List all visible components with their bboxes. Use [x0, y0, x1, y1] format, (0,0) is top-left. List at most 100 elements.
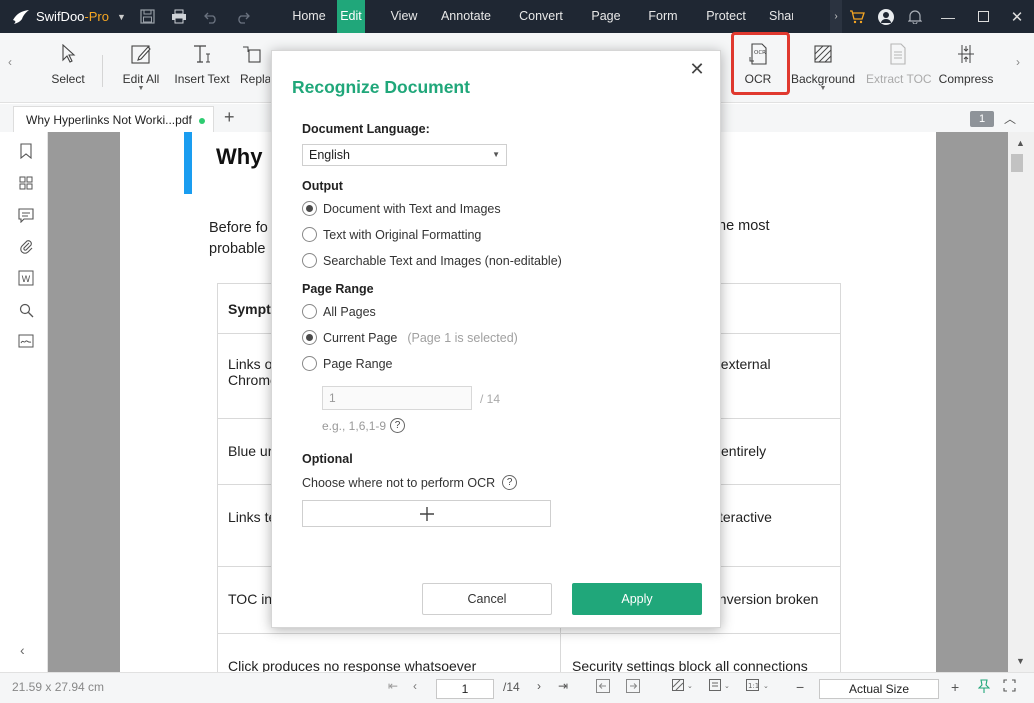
page-range-input[interactable]: 1	[322, 386, 472, 410]
word-icon[interactable]: W	[17, 269, 35, 287]
close-icon[interactable]: ✕	[688, 60, 706, 78]
page-heading: Why	[216, 144, 263, 169]
document-tab[interactable]: Why Hyperlinks Not Worki...pdf	[13, 106, 214, 133]
insert-text-button[interactable]: Insert Text	[172, 41, 232, 86]
background-toggle-icon[interactable]: ⌄	[672, 679, 696, 691]
thumbnails-icon[interactable]	[17, 174, 35, 192]
replace-button[interactable]: Replace	[240, 41, 270, 86]
maximize-icon[interactable]	[966, 11, 1000, 22]
page-range-total: / 14	[480, 392, 501, 406]
help-icon[interactable]: ?	[390, 418, 406, 433]
ribbon-scroll-left-icon[interactable]: ‹	[8, 55, 12, 69]
print-icon[interactable]	[168, 6, 190, 28]
output-option-searchable[interactable]: Searchable Text and Images (non-editable…	[302, 253, 562, 268]
undo-icon[interactable]	[200, 6, 222, 28]
table-row: Click produces no response whatsoever Se…	[217, 633, 841, 672]
radio-unselected[interactable]	[302, 227, 317, 242]
menu-page[interactable]: Page	[581, 0, 631, 33]
menu-view[interactable]: View	[377, 0, 431, 33]
page-range-all-pages[interactable]: All Pages	[302, 304, 376, 319]
menu-annotate[interactable]: Annotate	[431, 0, 501, 33]
menu-edit[interactable]: Edit	[337, 0, 365, 33]
cart-icon[interactable]	[842, 9, 872, 24]
radio-unselected[interactable]	[302, 253, 317, 268]
title-bar: SwifDoo-Pro ▼ Home Edit View Annotate Co…	[0, 0, 1034, 33]
output-option-original-formatting[interactable]: Text with Original Formatting	[302, 227, 481, 242]
previous-page-icon[interactable]: ‹	[413, 679, 417, 693]
help-icon[interactable]: ?	[502, 475, 518, 490]
main-menu: Home Edit View Annotate Convert Page For…	[280, 0, 793, 33]
menu-scroll-right-icon[interactable]: ›	[830, 0, 842, 33]
select-tool-label: Select	[51, 72, 85, 86]
svg-text:⌄: ⌄	[687, 682, 693, 690]
page-range-label: Page Range	[302, 282, 374, 296]
pin-icon[interactable]	[978, 679, 990, 693]
cursor-icon	[50, 41, 86, 67]
radio-unselected[interactable]	[302, 356, 317, 371]
menu-protect[interactable]: Protect	[695, 0, 757, 33]
search-icon[interactable]	[17, 301, 35, 319]
page-range-example: e.g., 1,6,1-9 ?	[322, 418, 406, 433]
save-icon[interactable]	[136, 6, 158, 28]
select-tool-button[interactable]: Select	[50, 41, 86, 86]
compress-label: Compress	[938, 72, 994, 86]
menu-form[interactable]: Form	[631, 0, 695, 33]
background-button[interactable]: Background ▼	[790, 41, 856, 92]
language-select[interactable]: English ▼	[302, 144, 507, 166]
zoom-in-icon[interactable]: +	[951, 679, 959, 695]
page-number-field[interactable]: 1	[436, 679, 494, 699]
app-menu-caret-icon[interactable]: ▼	[117, 12, 126, 22]
go-forward-icon[interactable]	[626, 679, 640, 693]
background-icon	[790, 41, 856, 67]
menu-share[interactable]: Share	[757, 0, 793, 33]
scroll-down-icon[interactable]: ▼	[1016, 656, 1025, 666]
background-dropdown-icon[interactable]: ▼	[790, 85, 856, 92]
page-layout-icon[interactable]: ⌄	[709, 679, 733, 691]
scrollbar-thumb[interactable]	[1011, 154, 1023, 172]
attachment-icon[interactable]	[17, 237, 35, 255]
app-logo[interactable]: SwifDoo-Pro ▼	[12, 9, 130, 25]
current-page-hint: (Page 1 is selected)	[407, 330, 518, 345]
edit-all-button[interactable]: Edit All ▼	[118, 41, 164, 92]
page-range-current-page[interactable]: Current Page (Page 1 is selected)	[302, 330, 518, 345]
first-page-icon[interactable]: ⇤	[388, 679, 398, 693]
menu-home[interactable]: Home	[280, 0, 338, 33]
collapse-ribbon-icon[interactable]: ︿	[1004, 110, 1016, 127]
next-page-icon[interactable]: ›	[537, 679, 541, 693]
notification-bell-icon[interactable]	[900, 9, 930, 24]
comments-icon[interactable]	[17, 206, 35, 224]
signature-icon[interactable]	[17, 332, 35, 350]
radio-selected[interactable]	[302, 201, 317, 216]
cancel-button[interactable]: Cancel	[422, 583, 552, 615]
replace-label: Replace	[240, 72, 270, 86]
add-exclusion-area-button[interactable]	[302, 500, 551, 527]
menu-convert[interactable]: Convert	[501, 0, 581, 33]
radio-selected[interactable]	[302, 330, 317, 345]
ribbon-scroll-right-icon[interactable]: ›	[1016, 55, 1020, 69]
close-window-icon[interactable]: ✕	[1000, 8, 1034, 26]
redo-icon[interactable]	[232, 6, 254, 28]
edit-all-dropdown-icon[interactable]: ▼	[118, 85, 164, 92]
extract-toc-button[interactable]: Extract TOC	[866, 41, 932, 86]
dialog-title: Recognize Document	[292, 77, 470, 97]
output-option-text-images[interactable]: Document with Text and Images	[302, 201, 501, 216]
add-tab-icon[interactable]: +	[224, 107, 235, 128]
vertical-scrollbar[interactable]: ▲ ▼	[1008, 132, 1034, 672]
actual-size-mode-icon[interactable]: 1:1 ⌄	[746, 679, 772, 691]
collapse-sidebar-icon[interactable]: ‹	[20, 642, 25, 658]
radio-unselected[interactable]	[302, 304, 317, 319]
quick-access-toolbar	[136, 6, 254, 28]
account-icon[interactable]	[872, 8, 900, 25]
scroll-up-icon[interactable]: ▲	[1016, 138, 1025, 148]
compress-button[interactable]: Compress	[938, 41, 994, 86]
page-range-custom[interactable]: Page Range	[302, 356, 393, 371]
zoom-out-icon[interactable]: −	[796, 679, 804, 695]
apply-button[interactable]: Apply	[572, 583, 702, 615]
bookmark-icon[interactable]	[17, 142, 35, 160]
minimize-icon[interactable]: —	[930, 9, 966, 25]
zoom-select[interactable]: Actual Size	[819, 679, 939, 699]
last-page-icon[interactable]: ⇥	[558, 679, 568, 693]
fullscreen-icon[interactable]	[1003, 679, 1016, 692]
go-back-icon[interactable]	[596, 679, 610, 693]
svg-text:⌄: ⌄	[724, 682, 730, 690]
